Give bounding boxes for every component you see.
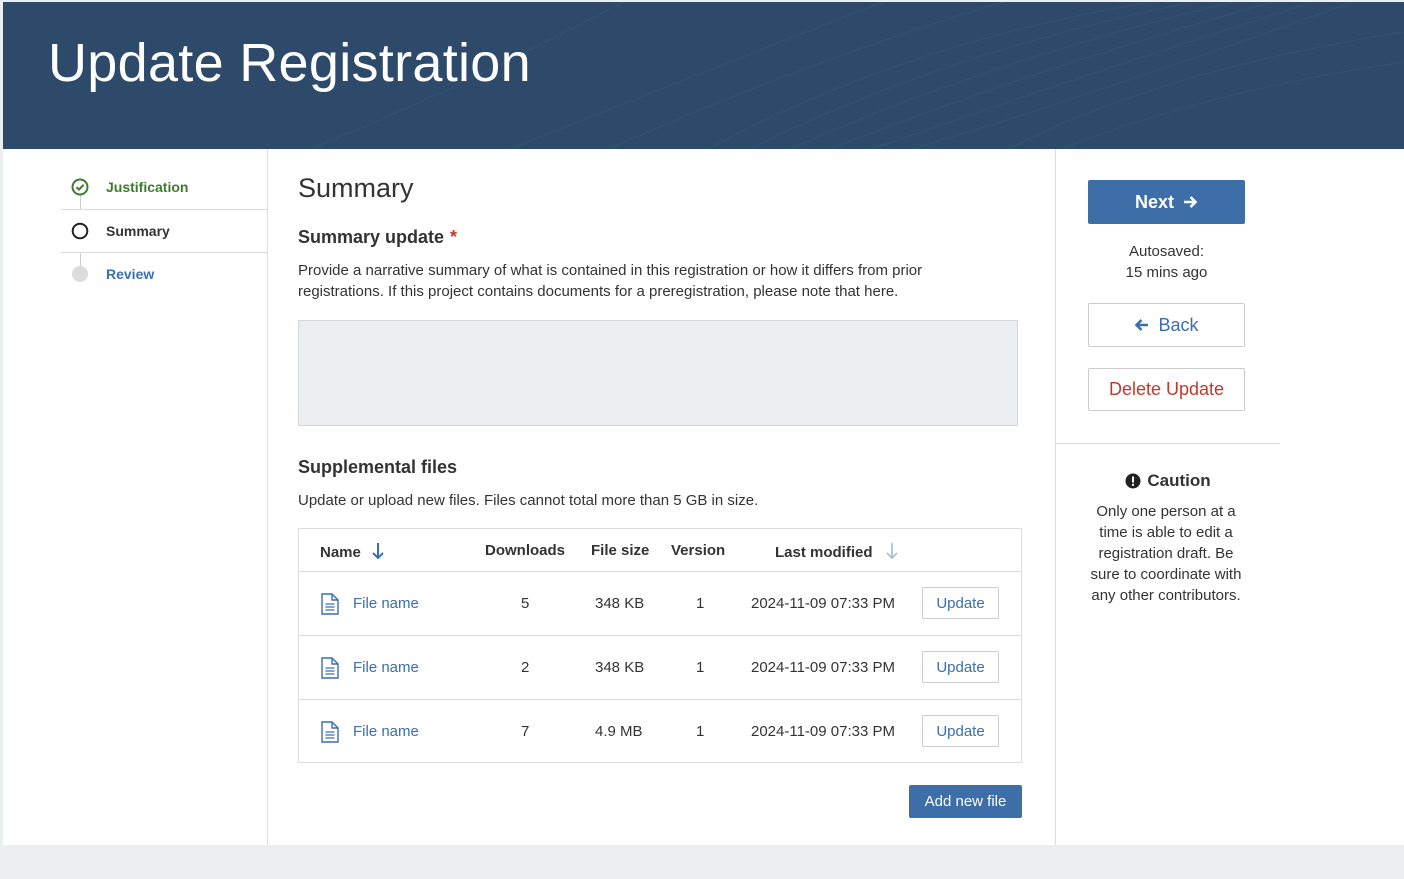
document-icon bbox=[321, 657, 339, 679]
page-content: Justification Summary Review Summary Sum… bbox=[3, 149, 1404, 845]
page-header: Update Registration bbox=[3, 2, 1404, 149]
right-sidebar: Next Autosaved: 15 mins ago Back Delete … bbox=[1055, 149, 1280, 845]
file-size: 348 KB bbox=[595, 595, 645, 612]
file-downloads: 2 bbox=[521, 659, 530, 676]
table-row: File name 5 348 KB 1 2024-11-09 07:33 PM… bbox=[299, 571, 1021, 636]
supplemental-files-label: Supplemental files bbox=[298, 457, 458, 477]
step-label: Justification bbox=[106, 179, 189, 195]
column-header-last-modified[interactable]: Last modified bbox=[775, 542, 899, 561]
file-last-modified: 2024-11-09 07:33 PM bbox=[751, 595, 895, 612]
column-header-file-size[interactable]: File size bbox=[591, 542, 649, 559]
file-version: 1 bbox=[696, 723, 705, 740]
file-downloads: 5 bbox=[521, 595, 530, 612]
step-label: Summary bbox=[106, 223, 170, 239]
file-version: 1 bbox=[696, 595, 705, 612]
summary-update-description: Provide a narrative summary of what is c… bbox=[298, 262, 923, 300]
document-icon bbox=[321, 721, 339, 743]
check-circle-icon bbox=[71, 178, 89, 196]
file-downloads: 7 bbox=[521, 723, 530, 740]
summary-update-label: Summary update * bbox=[298, 227, 457, 248]
caution-title-text: Caution bbox=[1147, 471, 1211, 490]
column-header-label: Last modified bbox=[775, 544, 873, 561]
step-navigation: Justification Summary Review bbox=[3, 149, 268, 845]
autosave-label: Autosaved: bbox=[1128, 243, 1205, 260]
file-name-link[interactable]: File name bbox=[353, 723, 419, 740]
arrow-left-icon bbox=[1135, 319, 1149, 331]
page-footer-strip bbox=[0, 845, 1404, 879]
file-version: 1 bbox=[696, 659, 705, 676]
caution-heading: Caution bbox=[1056, 471, 1280, 491]
file-size: 4.9 MB bbox=[595, 723, 643, 740]
summary-textarea[interactable] bbox=[298, 320, 1018, 426]
supplemental-files-description: Update or upload new files. Files cannot… bbox=[298, 492, 759, 509]
update-file-button[interactable]: Update bbox=[922, 651, 999, 683]
current-step-circle-icon bbox=[71, 222, 89, 240]
files-table: Name Downloads File size Version Last mo… bbox=[298, 528, 1022, 763]
column-header-version[interactable]: Version bbox=[671, 542, 725, 559]
back-button[interactable]: Back bbox=[1088, 303, 1245, 347]
step-justification[interactable]: Justification bbox=[61, 166, 267, 208]
table-row: File name 2 348 KB 1 2024-11-09 07:33 PM… bbox=[299, 635, 1021, 700]
document-icon bbox=[321, 593, 339, 615]
page-title: Update Registration bbox=[48, 33, 531, 93]
delete-update-button[interactable]: Delete Update bbox=[1088, 368, 1245, 411]
add-new-file-button[interactable]: Add new file bbox=[909, 785, 1022, 818]
column-header-downloads[interactable]: Downloads bbox=[485, 542, 565, 559]
column-header-name[interactable]: Name bbox=[320, 542, 385, 561]
step-review[interactable]: Review bbox=[61, 253, 267, 295]
arrow-right-icon bbox=[1184, 196, 1198, 208]
file-name-link[interactable]: File name bbox=[353, 659, 419, 676]
update-file-button[interactable]: Update bbox=[922, 715, 999, 747]
next-button[interactable]: Next bbox=[1088, 180, 1245, 224]
next-button-label: Next bbox=[1134, 191, 1174, 212]
sort-down-arrow-icon bbox=[372, 543, 384, 560]
section-heading: Summary bbox=[298, 173, 414, 203]
file-name-link[interactable]: File name bbox=[353, 595, 419, 612]
caution-message: Only one person at a time is able to edi… bbox=[1090, 503, 1242, 604]
summary-update-label-text: Summary update bbox=[298, 227, 445, 247]
file-last-modified: 2024-11-09 07:33 PM bbox=[751, 659, 895, 676]
update-file-button[interactable]: Update bbox=[922, 587, 999, 619]
column-header-label: Name bbox=[320, 544, 361, 561]
autosave-status: Autosaved: 15 mins ago bbox=[1088, 241, 1245, 283]
divider bbox=[1056, 443, 1280, 444]
file-last-modified: 2024-11-09 07:33 PM bbox=[751, 723, 895, 740]
exclamation-circle-icon bbox=[1125, 473, 1141, 489]
sort-down-arrow-icon bbox=[886, 543, 898, 560]
table-row: File name 7 4.9 MB 1 2024-11-09 07:33 PM… bbox=[299, 699, 1021, 764]
back-button-label: Back bbox=[1158, 314, 1199, 335]
file-size: 348 KB bbox=[595, 659, 645, 676]
step-label: Review bbox=[106, 266, 155, 282]
autosave-time: 15 mins ago bbox=[1125, 264, 1208, 281]
pending-step-dot-icon bbox=[72, 266, 88, 282]
required-asterisk: * bbox=[450, 227, 458, 247]
step-summary[interactable]: Summary bbox=[61, 209, 267, 253]
